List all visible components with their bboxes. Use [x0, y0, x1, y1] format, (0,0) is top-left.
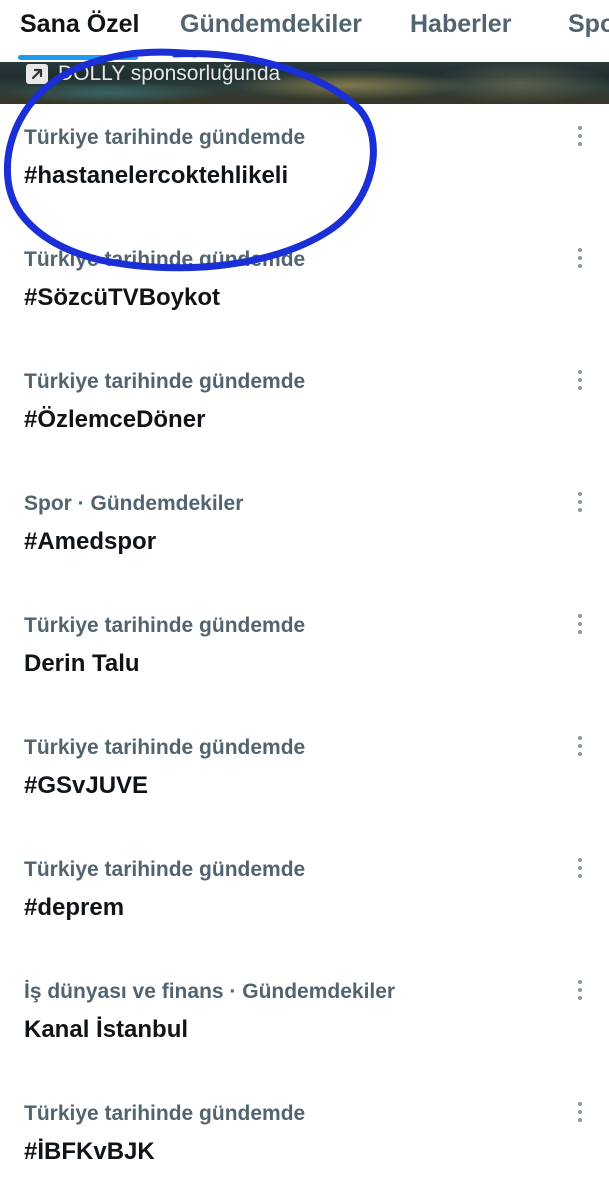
trend-context: Türkiye tarihinde gündemde	[24, 736, 306, 759]
trend-title: #SözcüTVBoykot	[24, 284, 221, 311]
trend-item[interactable]: Türkiye tarihinde gündemde #deprem	[0, 838, 609, 960]
trend-context: Türkiye tarihinde gündemde	[24, 614, 306, 637]
external-arrow-icon	[26, 64, 48, 84]
more-options-icon[interactable]	[567, 610, 593, 640]
trend-context: Türkiye tarihinde gündemde	[24, 248, 306, 271]
trend-title: #ÖzlemceDöner	[24, 406, 206, 433]
trend-context: Türkiye tarihinde gündemde	[24, 370, 306, 393]
trend-context: Türkiye tarihinde gündemde	[24, 126, 306, 149]
tab-news[interactable]: Haberler	[410, 10, 511, 39]
tab-for-you[interactable]: Sana Özel	[20, 10, 140, 39]
trend-item[interactable]: Türkiye tarihinde gündemde Derin Talu	[0, 594, 609, 716]
trend-item[interactable]: Türkiye tarihinde gündemde #hastanelerco…	[0, 106, 609, 228]
trend-title: Derin Talu	[24, 650, 140, 677]
trend-context: Türkiye tarihinde gündemde	[24, 858, 306, 881]
trend-title: #hastanelercoktehlikeli	[24, 162, 289, 189]
more-options-icon[interactable]	[567, 488, 593, 518]
more-options-icon[interactable]	[567, 732, 593, 762]
explore-page: Sana Özel Gündemdekiler Haberler Spor DO…	[0, 0, 609, 1200]
explore-tab-bar: Sana Özel Gündemdekiler Haberler Spor	[0, 0, 609, 62]
promoted-banner[interactable]: DOLLY sponsorluğunda	[0, 62, 609, 104]
trend-item[interactable]: Spor · Gündemdekiler #Amedspor	[0, 472, 609, 594]
trend-item[interactable]: Türkiye tarihinde gündemde #GSvJUVE	[0, 716, 609, 838]
more-options-icon[interactable]	[567, 244, 593, 274]
trend-item[interactable]: İş dünyası ve finans · Gündemdekiler Kan…	[0, 960, 609, 1082]
more-options-icon[interactable]	[567, 854, 593, 884]
trend-item[interactable]: Türkiye tarihinde gündemde #SözcüTVBoyko…	[0, 228, 609, 350]
promoted-label: DOLLY sponsorluğunda	[58, 62, 281, 85]
trend-item[interactable]: Türkiye tarihinde gündemde #İBFKvBJK	[0, 1082, 609, 1200]
trend-title: #deprem	[24, 894, 125, 921]
trend-title: #GSvJUVE	[24, 772, 149, 799]
more-options-icon[interactable]	[567, 1098, 593, 1128]
tab-trending[interactable]: Gündemdekiler	[180, 10, 362, 39]
trend-context: Türkiye tarihinde gündemde	[24, 1102, 306, 1125]
more-options-icon[interactable]	[567, 976, 593, 1006]
trend-title: #İBFKvBJK	[24, 1138, 155, 1165]
more-options-icon[interactable]	[567, 122, 593, 152]
trend-context: Spor · Gündemdekiler	[24, 492, 244, 515]
trend-title: #Amedspor	[24, 528, 157, 555]
tab-sports[interactable]: Spor	[568, 10, 609, 39]
trend-item[interactable]: Türkiye tarihinde gündemde #ÖzlemceDöner	[0, 350, 609, 472]
active-tab-indicator	[18, 55, 138, 60]
trend-title: Kanal İstanbul	[24, 1016, 189, 1043]
more-options-icon[interactable]	[567, 366, 593, 396]
trend-context: İş dünyası ve finans · Gündemdekiler	[24, 980, 396, 1003]
